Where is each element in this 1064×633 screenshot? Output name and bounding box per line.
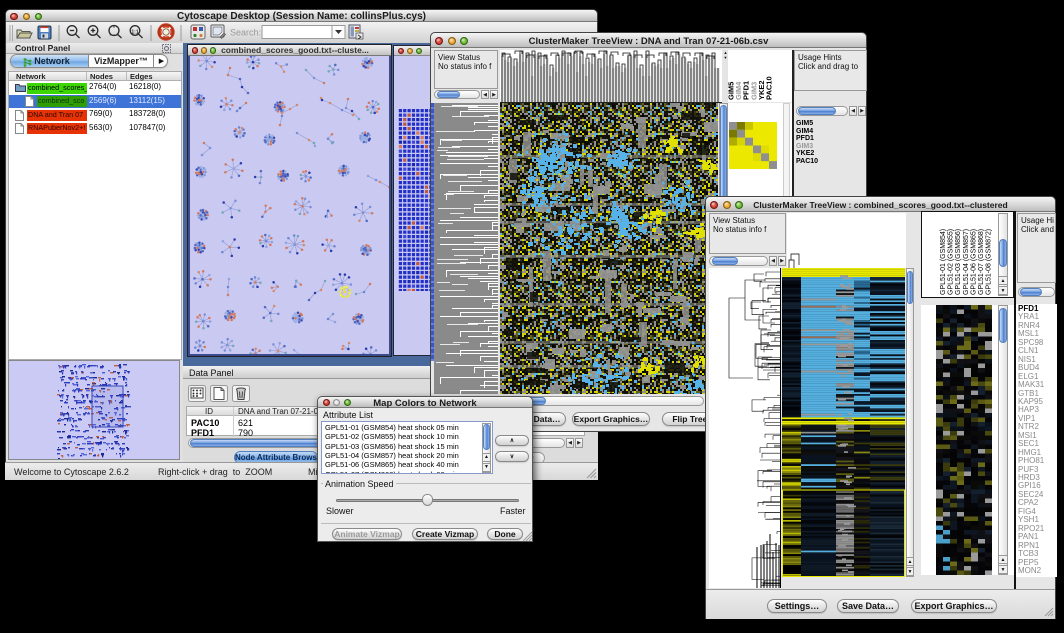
svg-text:Search:: Search: [230,28,261,38]
svg-text:GPL51-04 (GSM857): GPL51-04 (GSM857) [963,229,970,295]
svg-text:PAC10: PAC10 [765,76,774,100]
svg-text:1:1: 1:1 [131,30,138,36]
svg-text:GPL51-07 (GSM868): GPL51-07 (GSM868) [978,229,985,295]
svg-text:GPL51-08 (GSM872): GPL51-08 (GSM872) [986,229,993,295]
svg-text:GPL51-01 (GSM854): GPL51-01 (GSM854) [940,229,947,295]
svg-text:GPL51-03 (GSM856): GPL51-03 (GSM856) [955,229,962,295]
svg-text:GPL51-06 (GSM865): GPL51-06 (GSM865) [970,229,977,295]
svg-text:GPL51-02 (GSM855): GPL51-02 (GSM855) [948,229,955,295]
